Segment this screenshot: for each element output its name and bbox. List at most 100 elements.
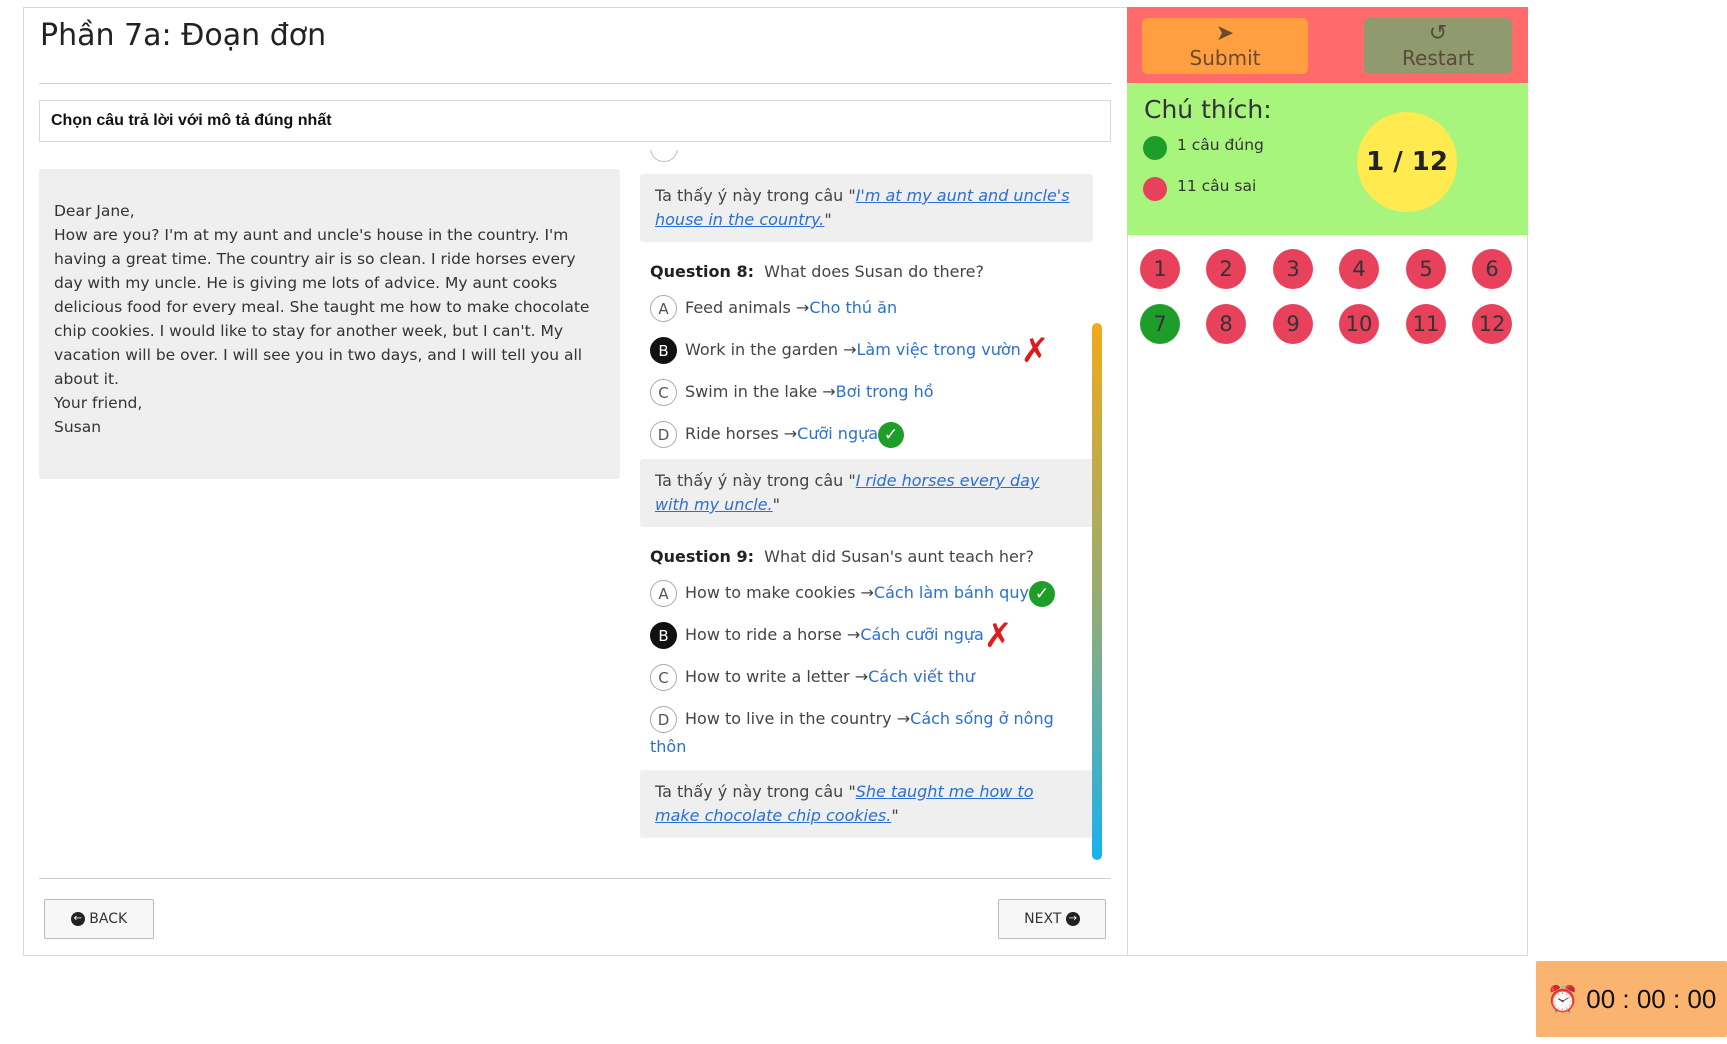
wrong-legend-label: 11 câu sai	[1177, 177, 1257, 195]
cross-icon: ✗	[983, 615, 1013, 656]
explanation-box: Ta thấy ý này trong câu "I'm at my aunt …	[640, 174, 1093, 242]
option-text: Feed animals	[685, 298, 791, 317]
option-translation: Bơi trong hồ	[835, 382, 934, 401]
check-circle-icon: ✓	[878, 421, 905, 448]
option-letter[interactable]: A	[650, 580, 677, 607]
explanation-box: Ta thấy ý này trong câu "She taught me h…	[640, 770, 1093, 838]
option-c[interactable]: C Swim in the lake →Bơi trong hồ	[650, 378, 1093, 407]
arrow-left-circle-icon: ←	[70, 912, 85, 926]
question-label: Question 9:	[650, 547, 754, 566]
option-a[interactable]: A Feed animals →Cho thú ăn	[650, 294, 1093, 323]
option-a[interactable]: A How to make cookies →Cách làm bánh quy ✓	[650, 579, 1093, 608]
question-nav-8[interactable]: 8	[1206, 304, 1246, 344]
option-letter[interactable]: B	[650, 622, 677, 649]
option-translation: Cách viết thư	[868, 667, 975, 686]
submit-button[interactable]: ➤ Submit	[1142, 18, 1308, 74]
option-translation: Cách làm bánh quy	[873, 583, 1029, 602]
check-circle-icon: ✓	[1028, 580, 1055, 607]
option-text: How to ride a horse	[685, 625, 842, 644]
questions-scroll-panel[interactable]: Ta thấy ý này trong câu "I'm at my aunt …	[640, 150, 1093, 862]
option-translation: Làm việc trong vườn	[856, 340, 1021, 359]
next-label: NEXT	[1024, 911, 1062, 927]
legend-title: Chú thích:	[1144, 95, 1272, 124]
question-nav-9[interactable]: 9	[1273, 304, 1313, 344]
question-label: Question 8:	[650, 262, 754, 281]
question-nav-10[interactable]: 10	[1339, 304, 1379, 344]
question-nav-4[interactable]: 4	[1339, 249, 1379, 289]
passage-line: How are you? I'm at my aunt and uncle's …	[54, 226, 595, 388]
page-title: Phần 7a: Đoạn đơn	[40, 18, 327, 53]
question-nav-6[interactable]: 6	[1472, 249, 1512, 289]
explanation-prefix: Ta thấy ý này trong câu "	[655, 186, 856, 205]
arrow-right-icon: →	[854, 667, 869, 686]
timer-value: 00 : 00 : 00	[1586, 984, 1717, 1014]
option-text: Work in the garden	[685, 340, 839, 359]
arrow-right-icon: →	[896, 709, 911, 728]
explanation-box: Ta thấy ý này trong câu "I ride horses e…	[640, 459, 1093, 527]
question-nav-5[interactable]: 5	[1406, 249, 1446, 289]
restart-button[interactable]: ↺ Restart	[1364, 18, 1512, 74]
arrow-right-icon: →	[822, 382, 836, 401]
correct-legend-dot	[1143, 136, 1167, 160]
option-letter[interactable]: C	[650, 379, 677, 406]
option-letter[interactable]: D	[650, 706, 677, 733]
cross-icon: ✗	[1020, 330, 1050, 371]
send-icon: ➤	[1215, 21, 1235, 46]
question-text: What did Susan's aunt teach her?	[764, 547, 1034, 566]
option-letter[interactable]: A	[650, 295, 677, 322]
restart-icon: ↺	[1428, 21, 1448, 46]
option-c[interactable]: C How to write a letter →Cách viết thư	[650, 663, 1093, 692]
question-8-header: Question 8: What does Susan do there?	[650, 262, 1093, 281]
question-text: What does Susan do there?	[764, 262, 985, 281]
arrow-right-icon: →	[860, 583, 874, 602]
scrollbar[interactable]	[1092, 323, 1102, 860]
question-nav-12[interactable]: 12	[1472, 304, 1512, 344]
explanation-prefix: Ta thấy ý này trong câu "	[655, 782, 856, 801]
reading-passage: Dear Jane, How are you? I'm at my aunt a…	[39, 169, 620, 479]
sidebar-header: ➤ Submit ↺ Restart	[1127, 7, 1528, 83]
score-badge: 1 / 12	[1357, 112, 1457, 212]
option-text: Swim in the lake	[685, 382, 818, 401]
option-translation: Cho thú ăn	[809, 298, 898, 317]
arrow-right-icon: →	[795, 298, 810, 317]
question-nav-7[interactable]: 7	[1140, 304, 1180, 344]
passage-line: Your friend,	[54, 394, 143, 412]
instruction-box: Chọn câu trả lời với mô tả đúng nhất	[39, 100, 1111, 142]
question-nav-2[interactable]: 2	[1206, 249, 1246, 289]
option-letter[interactable]: C	[650, 664, 677, 691]
option-circle	[650, 150, 678, 162]
arrow-right-circle-icon: →	[1065, 912, 1080, 926]
arrow-right-icon: →	[783, 424, 798, 443]
option-text: How to make cookies	[685, 583, 856, 602]
option-b[interactable]: B How to ride a horse →Cách cưỡi ngựa✗	[650, 615, 1093, 656]
option-text: Ride horses	[685, 424, 779, 443]
question-nav-11[interactable]: 11	[1406, 304, 1446, 344]
question-nav-3[interactable]: 3	[1273, 249, 1313, 289]
legend-panel: Chú thích: 1 câu đúng 11 câu sai	[1127, 83, 1528, 235]
correct-legend-label: 1 câu đúng	[1177, 136, 1264, 154]
next-button[interactable]: NEXT →	[998, 899, 1106, 939]
back-button[interactable]: ← BACK	[44, 899, 154, 939]
explanation-suffix: "	[891, 806, 899, 825]
option-translation: Cưỡi ngựa	[797, 424, 879, 443]
question-9-header: Question 9: What did Susan's aunt teach …	[650, 547, 1093, 566]
question-nav-1[interactable]: 1	[1140, 249, 1180, 289]
arrow-right-icon: →	[846, 625, 861, 644]
option-d[interactable]: D Ride horses →Cưỡi ngựa ✓	[650, 420, 1093, 449]
timer: ⏰ 00 : 00 : 00	[1536, 961, 1727, 1037]
explanation-suffix: "	[772, 495, 780, 514]
submit-label: Submit	[1189, 46, 1261, 70]
option-d[interactable]: D How to live in the country →Cách sống ở…	[650, 705, 1093, 760]
back-label: BACK	[89, 911, 128, 927]
option-letter[interactable]: B	[650, 337, 677, 364]
option-text: How to live in the country	[685, 709, 892, 728]
option-text: How to write a letter	[685, 667, 850, 686]
option-b[interactable]: B Work in the garden →Làm việc trong vườn…	[650, 330, 1093, 371]
explanation-prefix: Ta thấy ý này trong câu "	[655, 471, 856, 490]
option-letter[interactable]: D	[650, 421, 677, 448]
divider	[39, 878, 1111, 879]
wrong-legend-dot	[1143, 177, 1167, 201]
option-translation: Cách cưỡi ngựa	[860, 625, 984, 644]
restart-label: Restart	[1402, 46, 1474, 70]
passage-line: Susan	[54, 418, 102, 436]
